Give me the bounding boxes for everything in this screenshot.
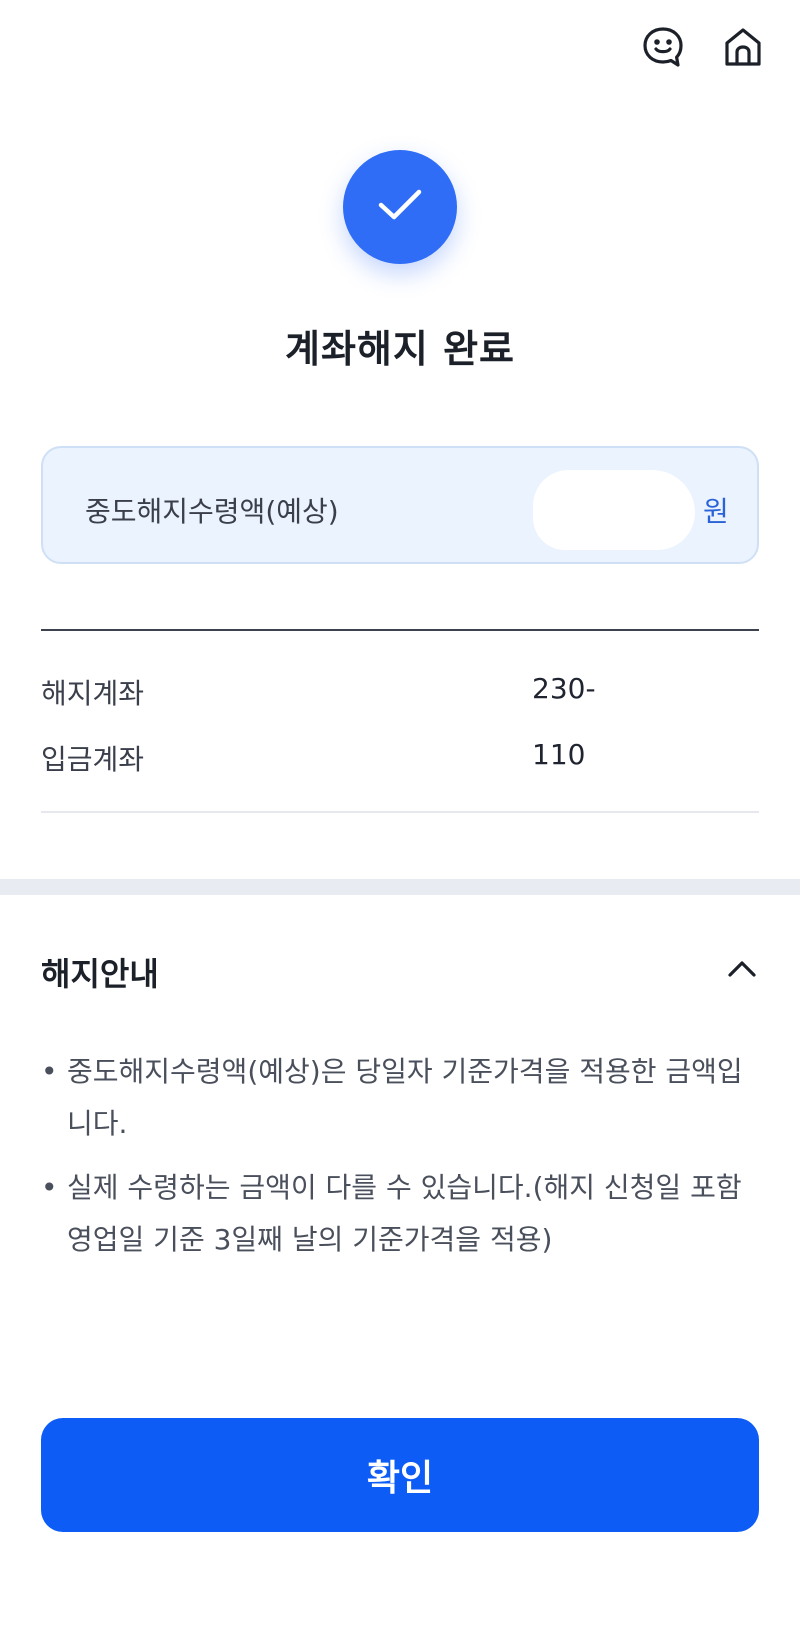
- notice-item-text: 실제 수령하는 금액이 다를 수 있습니다.(해지 신청일 포함 영업일 기준 …: [67, 1171, 742, 1256]
- notice-list: • 중도해지수령액(예상)은 당일자 기준가격을 적용한 금액입니다. • 실제…: [41, 1046, 761, 1278]
- chevron-up-icon[interactable]: [724, 954, 760, 984]
- success-check-badge: [343, 150, 457, 264]
- notice-item-text: 중도해지수령액(예상)은 당일자 기준가격을 적용한 금액입니다.: [67, 1055, 743, 1140]
- confirm-button[interactable]: 확인: [41, 1418, 759, 1532]
- estimated-amount-box: 중도해지수령액(예상) 원: [41, 446, 759, 564]
- section-separator: [0, 879, 800, 895]
- notice-item: • 실제 수령하는 금액이 다를 수 있습니다.(해지 신청일 포함 영업일 기…: [41, 1162, 761, 1266]
- amount-unit: 원: [703, 495, 729, 528]
- bullet-icon: •: [41, 1055, 58, 1088]
- top-bar: [638, 22, 768, 72]
- smile-chat-icon[interactable]: [638, 22, 688, 72]
- check-icon: [377, 187, 423, 227]
- closed-account-value: 230-: [532, 672, 596, 705]
- account-closure-complete-screen: 계좌해지 완료 중도해지수령액(예상) 원 해지계좌 230- 입금계좌 110…: [0, 0, 800, 1634]
- home-icon[interactable]: [718, 22, 768, 72]
- deposit-account-label: 입금계좌: [41, 743, 145, 776]
- notice-item: • 중도해지수령액(예상)은 당일자 기준가격을 적용한 금액입니다.: [41, 1046, 761, 1150]
- deposit-account-value: 110: [532, 738, 586, 771]
- closed-account-label: 해지계좌: [41, 677, 145, 710]
- amount-redaction-mask: [533, 470, 695, 550]
- section-divider: [41, 629, 759, 631]
- page-title: 계좌해지 완료: [285, 327, 515, 371]
- bullet-icon: •: [41, 1171, 58, 1204]
- notice-title: 해지안내: [41, 955, 159, 993]
- row-divider: [41, 811, 759, 813]
- amount-label: 중도해지수령액(예상): [85, 495, 339, 528]
